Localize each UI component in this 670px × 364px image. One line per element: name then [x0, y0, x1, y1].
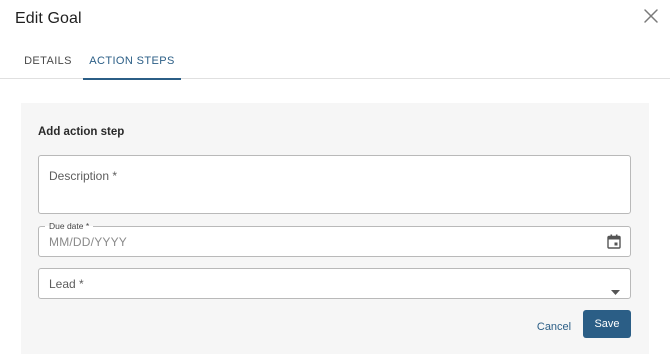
tab-bar: DETAILS ACTION STEPS — [0, 42, 670, 80]
description-placeholder: Description * — [49, 169, 118, 183]
tab-action-steps[interactable]: ACTION STEPS — [83, 42, 181, 80]
lead-placeholder: Lead * — [49, 277, 84, 291]
save-button[interactable]: Save — [583, 310, 631, 338]
chevron-down-icon — [611, 282, 620, 295]
due-date-input[interactable]: Due date * MM/DD/YYYY — [38, 221, 631, 257]
description-input[interactable]: Description * — [38, 155, 631, 214]
close-icon[interactable] — [643, 8, 659, 24]
edit-goal-dialog: Edit Goal DETAILS ACTION STEPS Add actio… — [0, 0, 670, 364]
panel-heading: Add action step — [38, 126, 125, 138]
dialog-title: Edit Goal — [15, 10, 82, 27]
calendar-icon[interactable] — [607, 234, 621, 249]
due-date-placeholder: MM/DD/YYYY — [49, 235, 128, 249]
cancel-button[interactable]: Cancel — [531, 314, 577, 340]
lead-select[interactable]: Lead * — [38, 268, 631, 299]
add-action-step-panel: Add action step Description * Due date *… — [21, 103, 649, 354]
due-date-label: Due date * — [45, 221, 94, 231]
tab-details[interactable]: DETAILS — [15, 42, 81, 79]
